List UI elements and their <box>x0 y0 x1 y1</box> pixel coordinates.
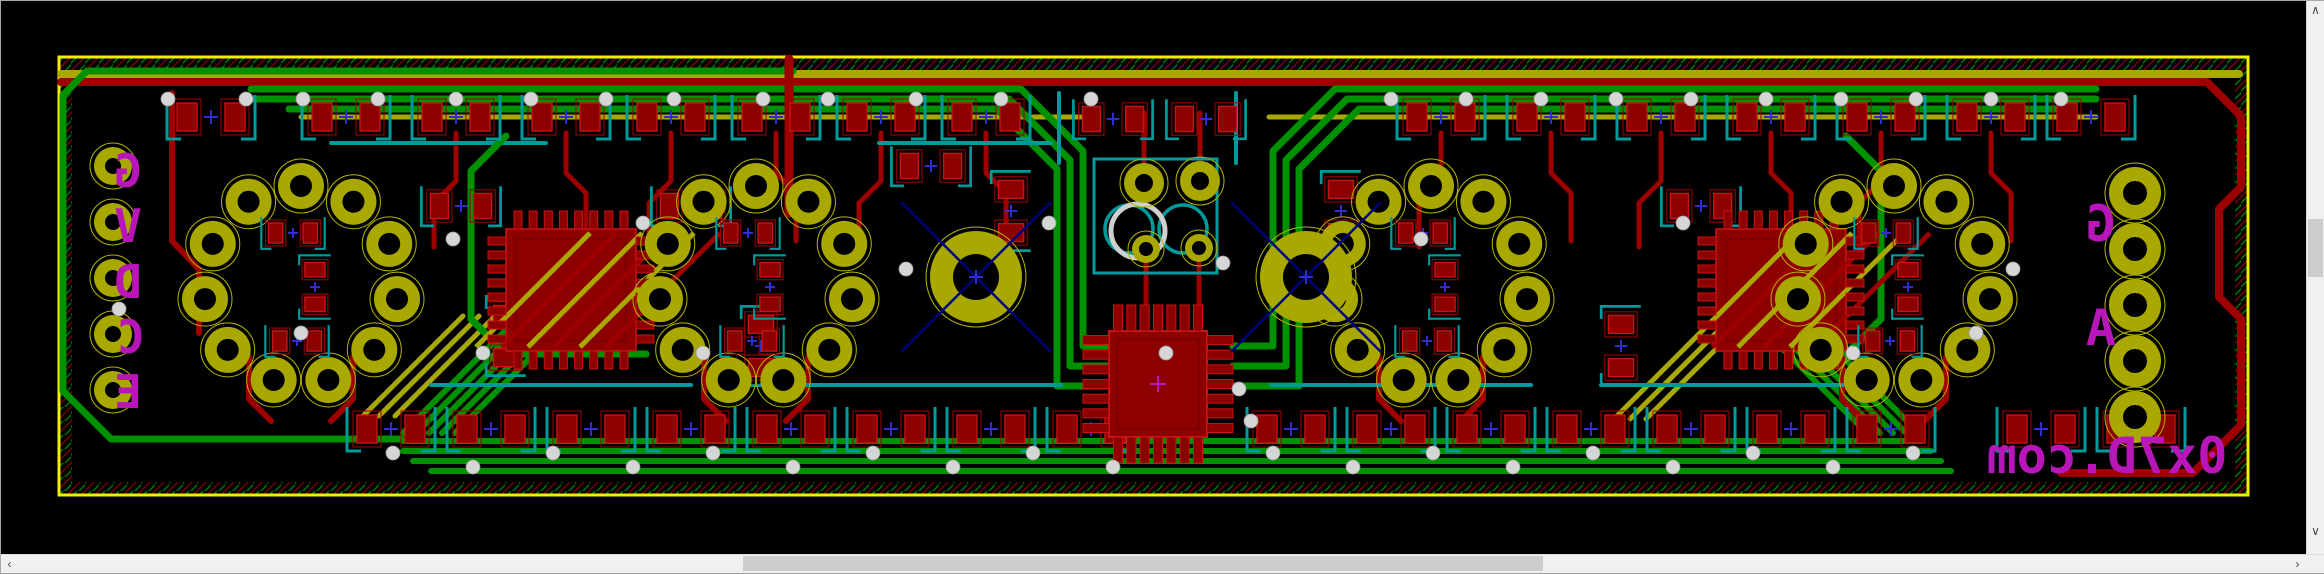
silkscreen-text[interactable]: V <box>114 199 142 253</box>
silkscreen-text[interactable]: D <box>114 255 142 309</box>
chevron-up-icon: ∧ <box>2311 3 2320 17</box>
pcb-editor-window: GVDCEGA0x7D.com ∧ ∨ ‹ › <box>0 0 2324 574</box>
silkscreen-text[interactable]: G <box>114 144 142 198</box>
chevron-left-icon: ‹ <box>8 557 12 571</box>
silkscreen-text[interactable]: A <box>2086 299 2116 357</box>
silkscreen-text[interactable]: C <box>117 310 145 364</box>
scroll-left-button[interactable]: ‹ <box>1 555 18 572</box>
chevron-right-icon: › <box>2296 557 2300 571</box>
chevron-down-icon: ∨ <box>2311 524 2320 538</box>
pcb-canvas[interactable]: GVDCEGA0x7D.com <box>1 1 2324 574</box>
scroll-right-button[interactable]: › <box>2289 555 2306 572</box>
scroll-up-button[interactable]: ∧ <box>2307 1 2324 18</box>
horizontal-scrollbar-thumb[interactable] <box>743 556 1543 571</box>
vertical-scrollbar-thumb[interactable] <box>2308 219 2323 277</box>
silkscreen-text[interactable]: G <box>2086 195 2116 253</box>
silkscreen-text[interactable]: E <box>114 365 142 419</box>
horizontal-scrollbar[interactable]: ‹ › <box>1 554 2324 574</box>
scroll-down-button[interactable]: ∨ <box>2307 522 2324 539</box>
vertical-scrollbar[interactable]: ∧ ∨ <box>2306 1 2324 556</box>
silkscreen-text[interactable]: 0x7D.com <box>1987 427 2228 485</box>
